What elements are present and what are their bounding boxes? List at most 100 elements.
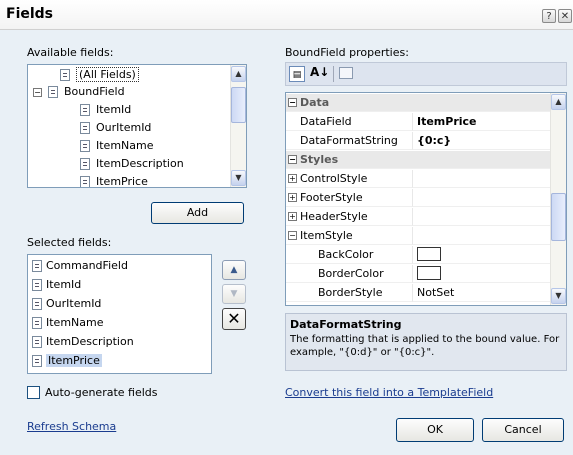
move-down-icon[interactable]: ▼: [222, 284, 246, 304]
available-fields-tree[interactable]: (All Fields) BoundField ItemId OurItemId Ite…: [27, 64, 247, 188]
scroll-up-icon[interactable]: ▲: [231, 66, 246, 82]
selected-field-item[interactable]: CommandField: [32, 258, 128, 274]
property-name: DataField: [300, 115, 352, 128]
property-value[interactable]: NotSet: [417, 286, 454, 299]
selected-field-item[interactable]: OurItemId: [32, 296, 101, 312]
command-field-icon: [32, 260, 42, 272]
property-row[interactable]: BorderColor: [286, 265, 550, 283]
field-icon: [80, 104, 90, 116]
collapse-icon[interactable]: −: [288, 231, 297, 240]
property-row[interactable]: DataField ItemPrice: [286, 113, 550, 131]
scroll-down-icon[interactable]: ▼: [231, 170, 246, 186]
scroll-thumb[interactable]: [551, 193, 566, 241]
property-name: BackColor: [318, 248, 374, 261]
expand-icon[interactable]: +: [288, 174, 297, 183]
property-name: BorderStyle: [318, 286, 383, 299]
expand-icon[interactable]: +: [288, 212, 297, 221]
selected-field-item[interactable]: ItemName: [32, 315, 104, 331]
selected-field-item[interactable]: ItemPrice: [32, 353, 102, 369]
help-icon[interactable]: ?: [542, 9, 556, 23]
expand-icon[interactable]: +: [288, 193, 297, 202]
description-text: The formatting that is applied to the bo…: [290, 334, 560, 358]
selected-field-label: OurItemId: [46, 297, 102, 310]
available-field-label: OurItemId: [96, 121, 152, 134]
property-row[interactable]: ControlStyle +: [286, 170, 550, 188]
available-field-item[interactable]: ItemDescription: [80, 156, 184, 172]
selected-field-item[interactable]: ItemId: [32, 277, 81, 293]
available-field-label: BoundField: [64, 85, 125, 98]
available-field-label: ItemDescription: [96, 157, 184, 170]
property-name: FooterStyle: [300, 191, 363, 204]
move-up-icon[interactable]: ▲: [222, 260, 246, 280]
available-field-label: ItemId: [96, 103, 132, 116]
property-grid[interactable]: Data − DataField ItemPrice DataFormatString{…: [285, 92, 567, 306]
property-row[interactable]: BackColor: [286, 246, 550, 264]
property-row[interactable]: FooterStyle +: [286, 189, 550, 207]
field-icon: [60, 69, 70, 81]
selected-field-label: ItemDescription: [46, 335, 134, 348]
field-icon: [32, 317, 42, 329]
field-icon: [32, 336, 42, 348]
toolbar-separator: [333, 66, 334, 82]
title-bar: Fields ? ✕: [0, 0, 573, 30]
available-fields-label: Available fields:: [27, 46, 114, 59]
property-row[interactable]: BorderStyle NotSet: [286, 284, 550, 302]
property-row[interactable]: Styles −: [286, 151, 550, 169]
color-swatch: [417, 247, 441, 261]
property-name: DataFormatString: [300, 134, 398, 147]
autogenerate-checkbox[interactable]: [27, 386, 40, 399]
refresh-schema-link[interactable]: Refresh Schema: [27, 420, 116, 433]
selected-fields-list[interactable]: CommandField ItemId OurItemId ItemName ItemD…: [27, 254, 212, 374]
selected-field-label: ItemId: [46, 278, 82, 291]
property-value[interactable]: {0:c}: [417, 134, 451, 147]
scroll-down-icon[interactable]: ▼: [551, 288, 566, 304]
available-field-item[interactable]: ItemName: [80, 138, 154, 154]
selected-field-item[interactable]: ItemDescription: [32, 334, 134, 350]
field-icon: [80, 140, 90, 152]
available-field-item[interactable]: (All Fields): [60, 67, 139, 83]
collapse-icon[interactable]: −: [288, 155, 297, 164]
description-panel: DataFormatString The formatting that is …: [285, 313, 567, 371]
available-field-item[interactable]: ItemId: [80, 102, 131, 118]
property-scrollbar[interactable]: ▲ ▼: [550, 93, 566, 305]
alphabetical-icon[interactable]: A↓: [310, 65, 329, 79]
property-value[interactable]: ItemPrice: [417, 115, 477, 128]
ok-button[interactable]: OK: [396, 418, 474, 442]
property-name: ItemStyle: [300, 229, 353, 242]
available-field-label: ItemName: [96, 139, 154, 152]
delete-icon[interactable]: ✕: [222, 308, 246, 330]
property-name: Data: [300, 96, 330, 109]
field-icon: [32, 279, 42, 291]
available-field-item[interactable]: OurItemId: [80, 120, 151, 136]
property-row[interactable]: DataFormatString {0:c}: [286, 132, 550, 150]
description-title: DataFormatString: [290, 318, 402, 331]
field-icon: [80, 158, 90, 170]
field-icon: [80, 176, 90, 187]
selected-field-label: CommandField: [46, 259, 128, 272]
available-field-item[interactable]: BoundField: [48, 84, 125, 100]
categorized-icon[interactable]: ▤: [289, 66, 305, 82]
autogenerate-label: Auto-generate fields: [45, 386, 158, 399]
available-field-item[interactable]: ItemPrice: [80, 174, 148, 187]
field-icon: [32, 355, 42, 367]
available-scrollbar[interactable]: ▲ ▼: [230, 65, 246, 187]
scroll-up-icon[interactable]: ▲: [551, 94, 566, 110]
collapse-icon[interactable]: −: [288, 98, 297, 107]
property-name: BorderColor: [318, 267, 384, 280]
scroll-thumb[interactable]: [231, 87, 246, 123]
selected-field-label: ItemPrice: [46, 354, 102, 367]
property-row[interactable]: Data −: [286, 94, 550, 112]
field-icon: [32, 298, 42, 310]
cancel-button[interactable]: Cancel: [482, 418, 564, 442]
property-pages-icon[interactable]: [339, 67, 353, 79]
property-row[interactable]: HeaderStyle +: [286, 208, 550, 226]
field-icon: [80, 122, 90, 134]
window-title: Fields: [6, 6, 54, 22]
add-button[interactable]: Add: [151, 202, 244, 224]
property-row[interactable]: ItemStyle −: [286, 227, 550, 245]
property-name: ControlStyle: [300, 172, 368, 185]
collapse-icon[interactable]: −: [33, 88, 42, 97]
close-icon[interactable]: ✕: [558, 9, 572, 23]
property-name: Styles: [300, 153, 339, 166]
convert-template-link[interactable]: Convert this field into a TemplateField: [285, 386, 493, 399]
